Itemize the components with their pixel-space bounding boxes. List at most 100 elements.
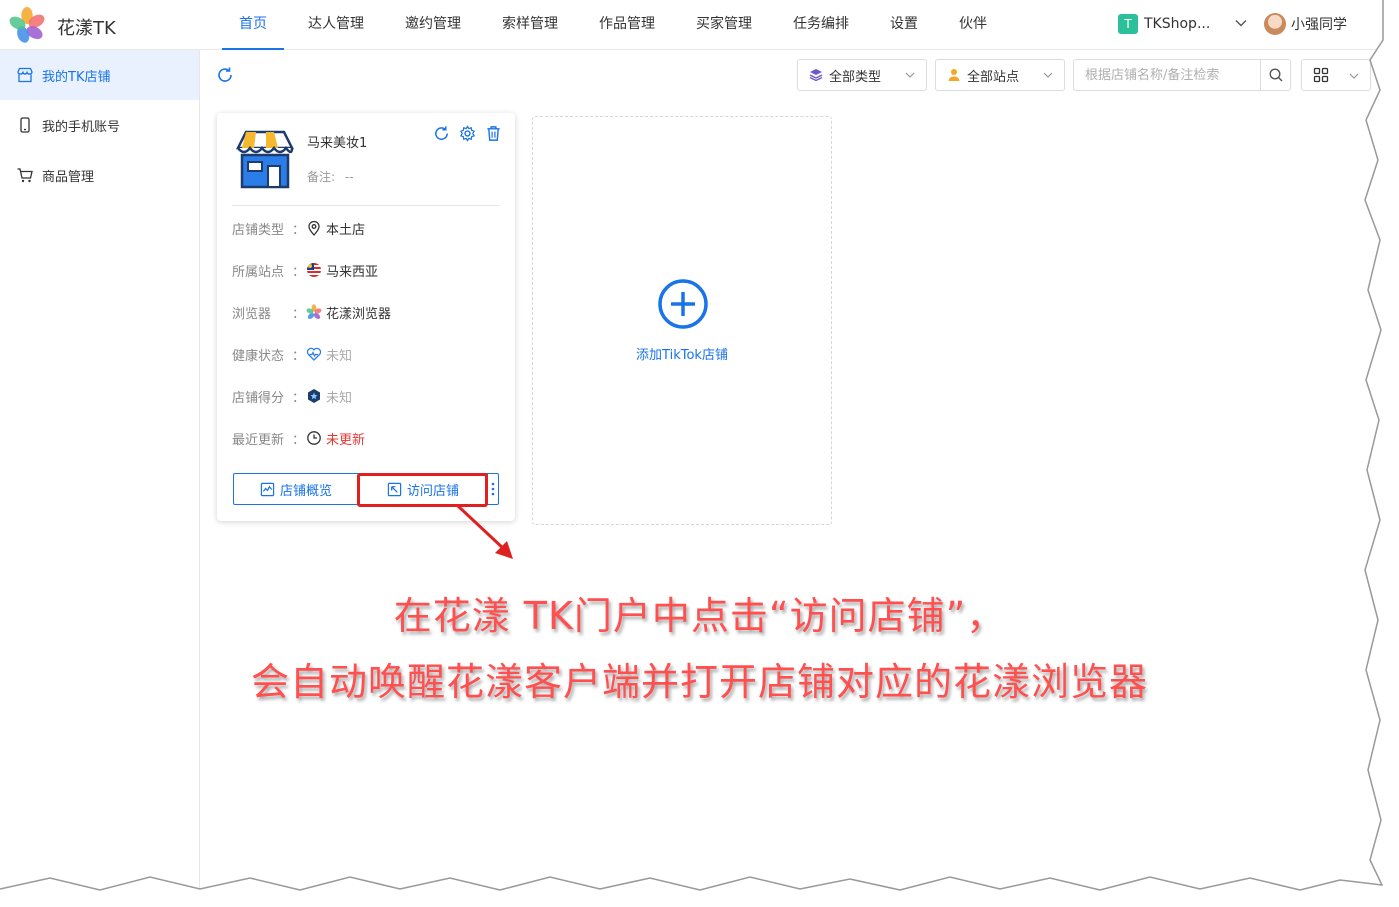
team-switcher[interactable]: T TKShop... [1118, 14, 1210, 34]
refresh-icon[interactable] [216, 66, 234, 84]
annotation-caption-line2: 会自动唤醒花漾客户端并打开店铺对应的花漾浏览器 [250, 660, 1148, 704]
store-settings-button[interactable] [454, 124, 480, 142]
phone-icon [20, 117, 30, 133]
nav-works[interactable]: 作品管理 [582, 0, 672, 50]
store-name: 马来美妆1 [307, 136, 368, 151]
huayang-logo-icon[interactable] [8, 6, 46, 44]
layers-icon [809, 69, 823, 82]
sync-store-button[interactable] [428, 124, 454, 142]
store-overview-label: 店铺概览 [279, 483, 332, 499]
info-colon: ： [292, 222, 306, 238]
grid-view-icon [1313, 67, 1329, 83]
info-label: 所属站点 [232, 264, 285, 280]
top-bar: 花漾TK 首页 达人管理 邀约管理 索样管理 作品管理 买家管理 任务编排 设置… [0, 0, 1383, 50]
more-actions-button[interactable] [487, 473, 499, 505]
brand-name: 花漾TK [57, 18, 116, 39]
info-row-site: 所属站点 ： 马来西亚 [232, 260, 378, 280]
info-value: 马来西亚 [306, 261, 378, 280]
sidebar-item-products[interactable]: 商品管理 [0, 150, 199, 200]
gear-icon [459, 124, 475, 142]
search-icon [1268, 68, 1282, 82]
info-label: 店铺得分 [232, 390, 285, 406]
location-pin-icon [308, 220, 320, 236]
chart-icon [260, 482, 275, 496]
info-colon: ： [292, 390, 306, 406]
delete-store-button[interactable] [480, 124, 506, 142]
sidebar-item-my-stores[interactable]: 我的TK店铺 [0, 50, 199, 100]
store-note-label: 备注: [307, 170, 336, 184]
search-input[interactable] [1074, 60, 1254, 90]
info-value: 本土店 [306, 219, 365, 238]
annotation-arrow-icon [456, 504, 513, 559]
avatar [1264, 13, 1286, 35]
store-note: 备注: -- [307, 168, 354, 185]
add-store-card[interactable]: 添加TikTok店铺 [532, 116, 832, 525]
cart-icon [17, 168, 33, 183]
info-row-store-type: 店铺类型 ： 本土店 [232, 218, 365, 238]
type-filter-select[interactable]: 全部类型 [797, 59, 927, 91]
refresh-icon [434, 125, 448, 140]
info-colon: ： [292, 348, 306, 364]
malaysia-flag-icon [307, 263, 321, 277]
trash-icon [486, 125, 500, 141]
type-filter-value: 全部类型 [829, 69, 882, 85]
shop-icon [17, 67, 33, 83]
score-badge-icon [308, 389, 320, 403]
nav-sample[interactable]: 索样管理 [485, 0, 575, 50]
store-note-value: -- [344, 170, 354, 184]
info-row-updated: 最近更新 ： 未更新 [232, 428, 365, 448]
team-name: TKShop... [1144, 16, 1211, 32]
nav-influencer[interactable]: 达人管理 [291, 0, 381, 50]
huayang-browser-icon [306, 304, 322, 319]
info-value: 未更新 [306, 429, 365, 448]
site-value: 马来西亚 [326, 264, 379, 280]
chevron-down-icon[interactable] [1234, 16, 1248, 30]
add-store-label: 添加TikTok店铺 [636, 348, 728, 363]
nav-settings[interactable]: 设置 [873, 0, 935, 50]
store-search [1073, 59, 1291, 91]
info-colon: ： [292, 432, 306, 448]
health-heart-icon [306, 347, 322, 361]
nav-home[interactable]: 首页 [222, 0, 284, 50]
info-value: 花漾浏览器 [306, 303, 391, 322]
store-front-icon [235, 130, 295, 189]
updated-value: 未更新 [326, 432, 366, 448]
info-value: 未知 [306, 345, 352, 364]
info-row-browser: 浏览器 ： 花漾浏览器 [232, 302, 391, 322]
sidebar-item-label: 商品管理 [42, 169, 95, 185]
info-colon: ： [292, 264, 306, 280]
search-button[interactable] [1260, 60, 1290, 90]
site-filter-select[interactable]: 全部站点 [935, 59, 1065, 91]
store-type-value: 本土店 [326, 222, 366, 238]
user-name: 小强同学 [1291, 17, 1347, 33]
chevron-down-icon [1043, 72, 1053, 78]
info-label: 浏览器 [232, 306, 272, 322]
annotation-highlight-box [357, 473, 488, 507]
info-row-health: 健康状态 ： 未知 [232, 344, 352, 364]
user-location-icon [948, 69, 960, 81]
nav-invitation[interactable]: 邀约管理 [388, 0, 478, 50]
main-nav: 首页 达人管理 邀约管理 索样管理 作品管理 买家管理 任务编排 设置 伙伴 [222, 0, 1011, 50]
info-colon: ： [292, 306, 306, 322]
team-badge: T [1118, 14, 1138, 34]
info-row-score: 店铺得分 ： 未知 [232, 386, 352, 406]
sidebar: 我的TK店铺 我的手机账号 商品管理 [0, 50, 200, 890]
chevron-down-icon [1349, 73, 1359, 79]
sidebar-item-label: 我的手机账号 [42, 119, 121, 135]
score-value: 未知 [326, 390, 353, 406]
store-card: 马来美妆1 备注: -- 店铺类型 ： 本土店 所属站点 ： 马来西亚 浏览器 … [217, 113, 515, 521]
nav-buyers[interactable]: 买家管理 [679, 0, 769, 50]
card-divider [232, 205, 499, 206]
sidebar-item-label: 我的TK店铺 [42, 69, 111, 85]
info-value: 未知 [306, 387, 352, 406]
browser-value: 花漾浏览器 [326, 306, 392, 322]
chevron-down-icon [905, 72, 915, 78]
store-overview-button[interactable]: 店铺概览 [233, 473, 359, 505]
sidebar-item-phone-accounts[interactable]: 我的手机账号 [0, 100, 199, 150]
nav-partners[interactable]: 伙伴 [942, 0, 1004, 50]
nav-tasks[interactable]: 任务编排 [776, 0, 866, 50]
site-filter-value: 全部站点 [967, 69, 1020, 85]
view-mode-select[interactable] [1301, 59, 1371, 91]
user-menu[interactable]: 小强同学 [1264, 13, 1347, 35]
info-label: 健康状态 [232, 348, 285, 364]
